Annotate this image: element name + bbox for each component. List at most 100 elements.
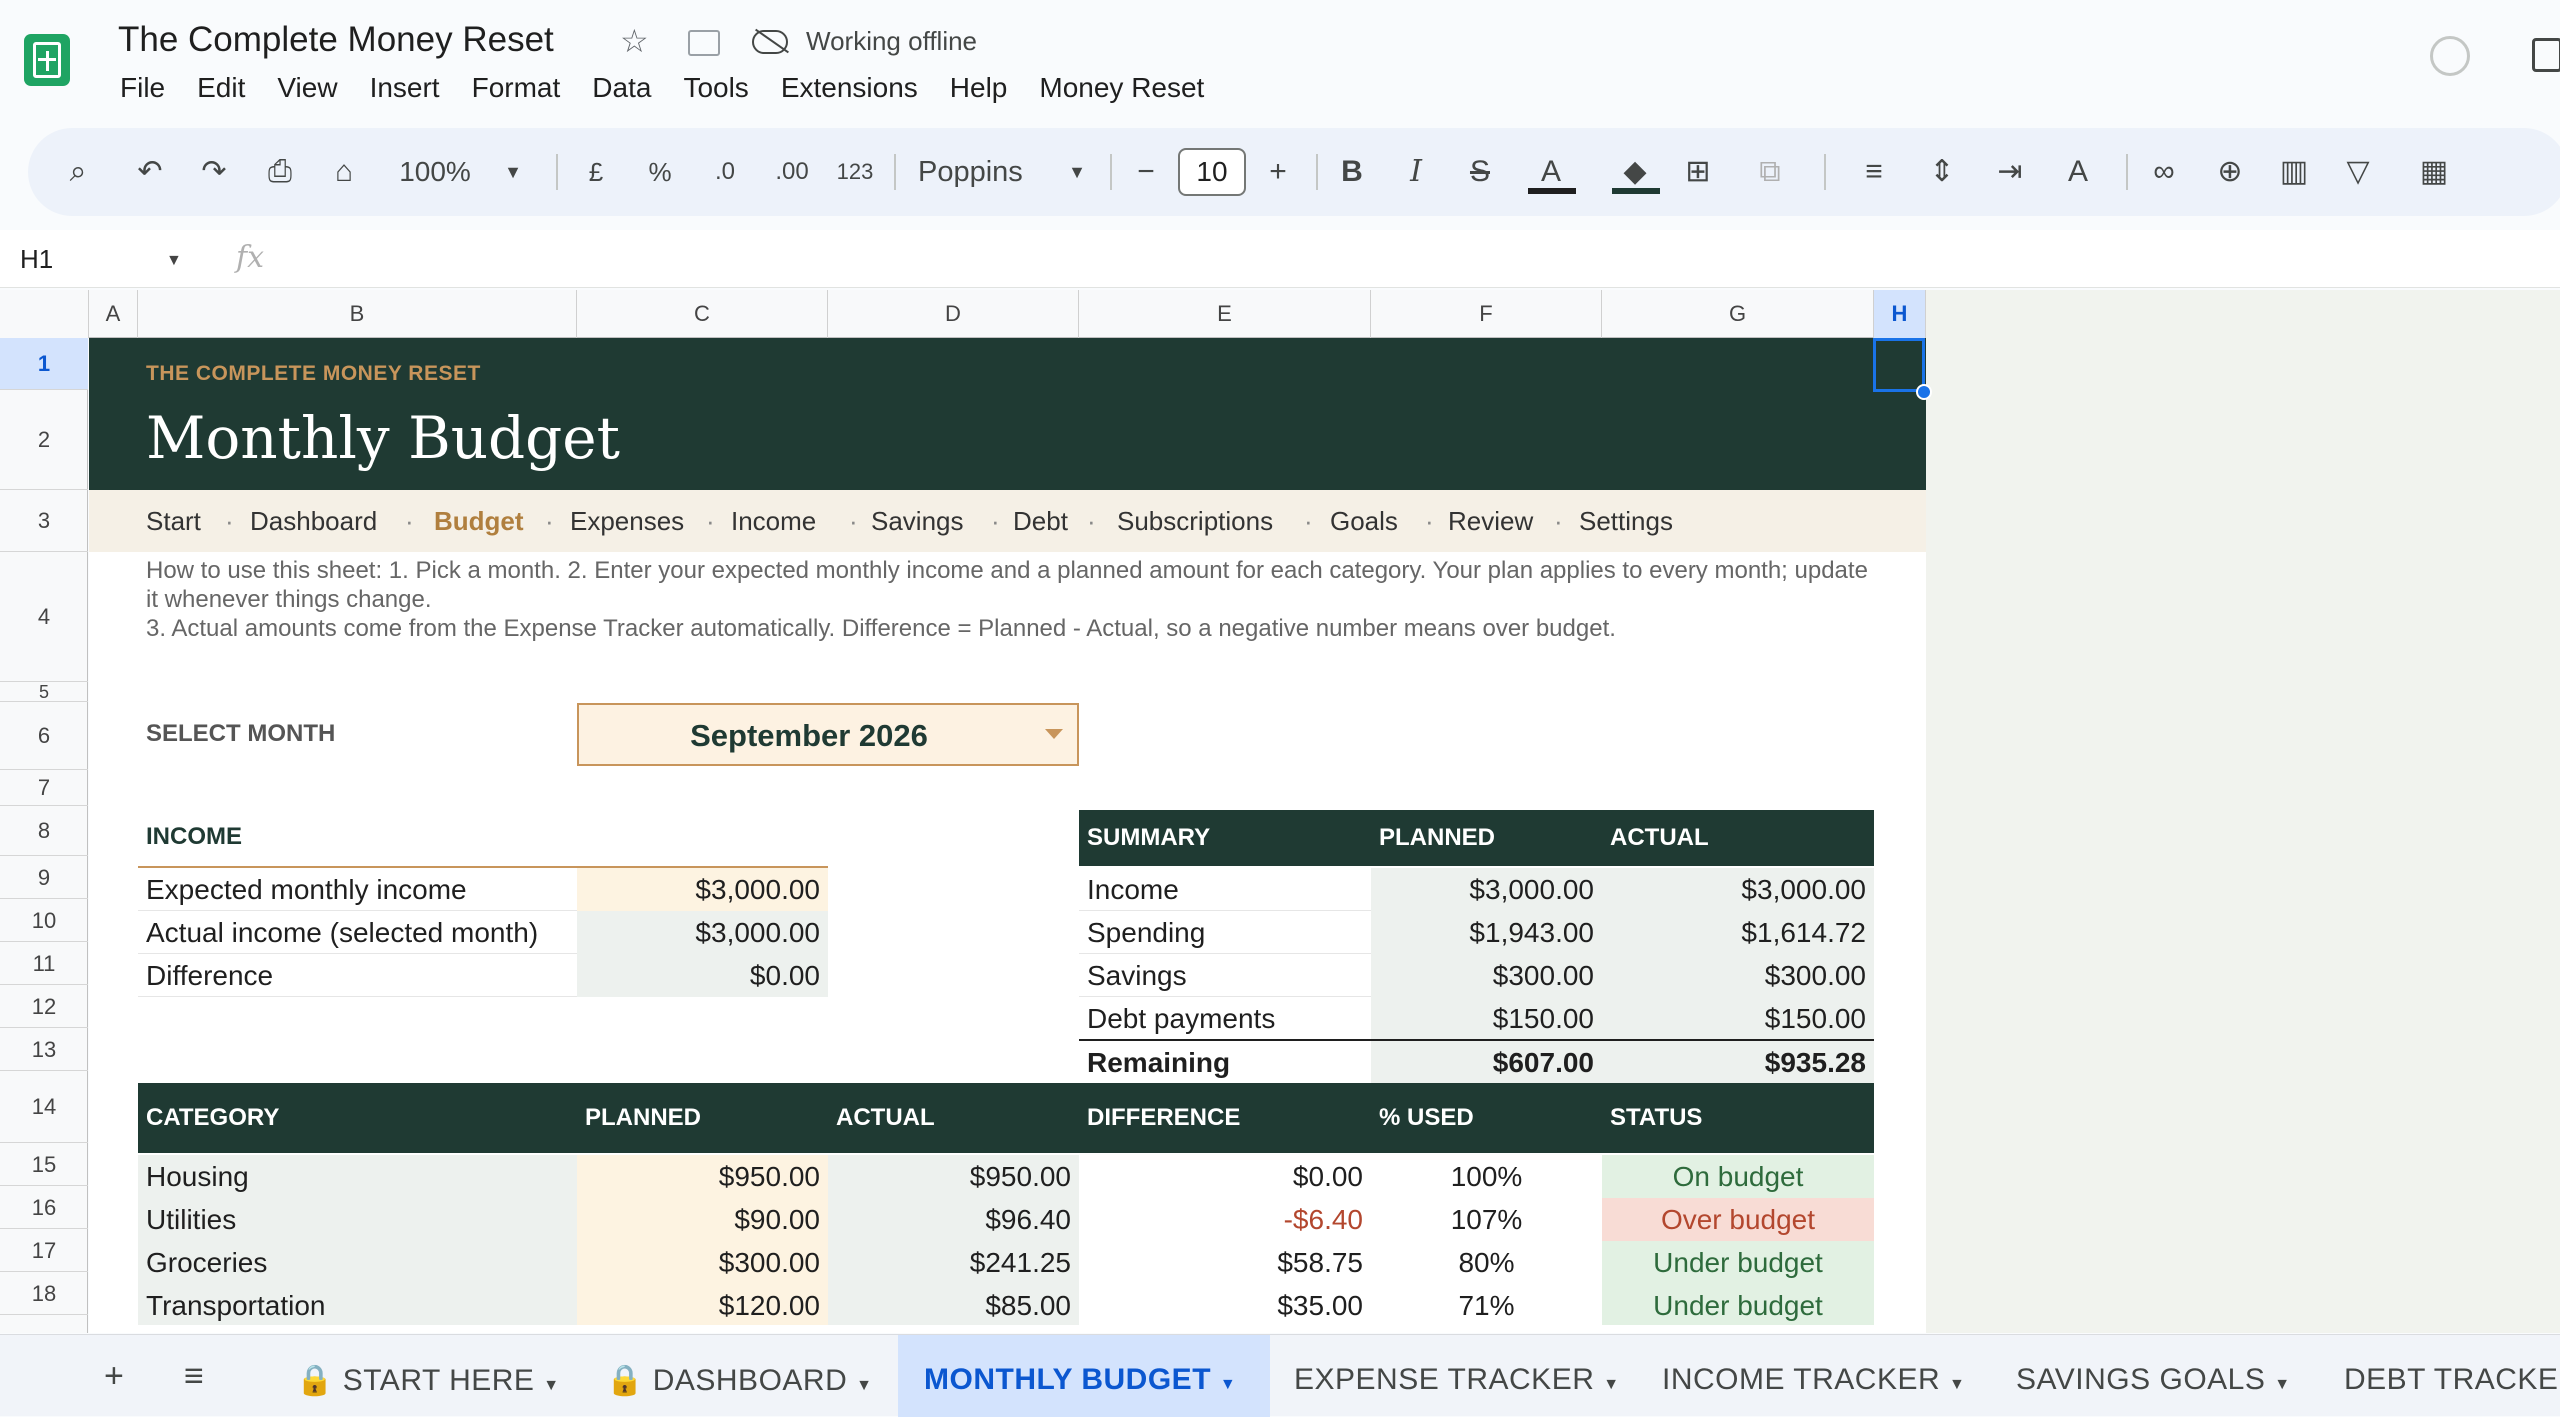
nav-link-start[interactable]: Start <box>146 506 201 537</box>
fill-handle[interactable] <box>1916 384 1932 400</box>
menu-insert[interactable]: Insert <box>370 72 440 104</box>
column-header-d[interactable]: D <box>828 290 1079 338</box>
row-header-1[interactable]: 1 <box>0 338 88 390</box>
print-icon[interactable]: ⎙ <box>260 128 300 216</box>
version-history-icon[interactable] <box>2430 36 2470 76</box>
decrease-decimal-button[interactable]: .0 <box>702 128 748 216</box>
add-sheet-button[interactable]: + <box>104 1357 124 1396</box>
planned-cell[interactable]: $300.00 <box>577 1241 828 1284</box>
bold-button[interactable]: B <box>1332 128 1372 216</box>
row-header-4[interactable]: 4 <box>0 552 88 682</box>
redo-icon[interactable]: ↷ <box>194 128 234 216</box>
menu-edit[interactable]: Edit <box>197 72 245 104</box>
column-header-h[interactable]: H <box>1874 290 1926 338</box>
month-dropdown[interactable]: September 2026 <box>577 703 1079 766</box>
font-dropdown-icon[interactable]: ▼ <box>1062 128 1092 216</box>
zoom-select[interactable]: 100% <box>390 128 480 216</box>
cloud-offline-icon[interactable] <box>752 30 788 54</box>
offline-status[interactable]: Working offline <box>806 26 977 57</box>
row-header-7[interactable]: 7 <box>0 770 88 806</box>
menu-format[interactable]: Format <box>472 72 561 104</box>
insert-link-icon[interactable]: ∞ <box>2144 128 2184 216</box>
percent-format-button[interactable]: % <box>640 128 680 216</box>
text-color-button[interactable]: A <box>1526 128 1576 216</box>
paint-format-icon[interactable]: ⌂ <box>324 128 364 216</box>
increase-decimal-button[interactable]: .00 <box>764 128 820 216</box>
table-view-icon[interactable]: ▦ <box>2404 128 2464 216</box>
dropdown-arrow-icon[interactable] <box>1045 729 1063 739</box>
sheet-tab-monthly-budget[interactable]: MONTHLY BUDGET ▼ <box>924 1363 1236 1397</box>
planned-cell[interactable]: $90.00 <box>577 1198 828 1241</box>
nav-link-goals[interactable]: Goals <box>1330 506 1398 537</box>
italic-button[interactable]: I <box>1396 128 1436 216</box>
income-expected-value[interactable]: $3,000.00 <box>577 868 828 911</box>
nav-link-expenses[interactable]: Expenses <box>570 506 684 537</box>
vertical-align-icon[interactable]: ⇕ <box>1912 128 1972 216</box>
sheet-tab-income-tracker[interactable]: INCOME TRACKER ▼ <box>1662 1363 1965 1397</box>
menu-file[interactable]: File <box>120 72 165 104</box>
nav-link-dashboard[interactable]: Dashboard <box>250 506 377 537</box>
menu-tools[interactable]: Tools <box>683 72 748 104</box>
row-header-9[interactable]: 9 <box>0 856 88 899</box>
row-header-12[interactable]: 12 <box>0 985 88 1028</box>
strikethrough-icon[interactable]: S <box>1460 128 1500 216</box>
undo-icon[interactable]: ↶ <box>130 128 170 216</box>
horizontal-scrollbar[interactable] <box>89 1325 1926 1333</box>
name-box-dropdown-icon[interactable]: ▼ <box>166 252 182 270</box>
row-header-11[interactable]: 11 <box>0 942 88 985</box>
filter-icon[interactable]: ▽ <box>2338 128 2378 216</box>
sheets-logo-icon[interactable] <box>24 34 70 86</box>
tab-dropdown-icon[interactable]: ▼ <box>1220 1376 1236 1393</box>
row-header-10[interactable]: 10 <box>0 899 88 942</box>
nav-link-savings[interactable]: Savings <box>871 506 964 537</box>
tab-dropdown-icon[interactable]: ▼ <box>543 1377 559 1394</box>
horizontal-align-icon[interactable]: ≡ <box>1844 128 1904 216</box>
text-wrapping-icon[interactable]: ⇥ <box>1980 128 2040 216</box>
row-header-8[interactable]: 8 <box>0 806 88 856</box>
tab-dropdown-icon[interactable]: ▼ <box>856 1377 872 1394</box>
document-title[interactable]: The Complete Money Reset <box>118 20 554 60</box>
move-folder-icon[interactable] <box>688 30 720 56</box>
font-size-input[interactable]: 10 <box>1178 148 1246 196</box>
selected-cell-h1[interactable] <box>1873 338 1925 392</box>
planned-cell[interactable]: $120.00 <box>577 1284 828 1327</box>
text-rotation-icon[interactable]: A <box>2048 128 2108 216</box>
star-icon[interactable]: ☆ <box>620 22 649 60</box>
menu-extensions[interactable]: Extensions <box>781 72 918 104</box>
search-menus-icon[interactable]: ⌕ <box>58 128 98 216</box>
zoom-dropdown-icon[interactable]: ▼ <box>498 128 528 216</box>
menu-view[interactable]: View <box>277 72 337 104</box>
row-header-6[interactable]: 6 <box>0 702 88 770</box>
merge-cells-icon[interactable]: ⧉ <box>1740 128 1800 216</box>
tab-dropdown-icon[interactable]: ▼ <box>2274 1376 2290 1393</box>
decrease-font-size-button[interactable]: − <box>1126 128 1166 216</box>
column-header-c[interactable]: C <box>577 290 828 338</box>
currency-format-button[interactable]: £ <box>576 128 616 216</box>
column-header-g[interactable]: G <box>1602 290 1874 338</box>
row-header-2[interactable]: 2 <box>0 390 88 490</box>
row-header-15[interactable]: 15 <box>0 1143 88 1186</box>
menu-money-reset[interactable]: Money Reset <box>1039 72 1204 104</box>
nav-link-debt[interactable]: Debt <box>1013 506 1068 537</box>
fill-color-icon[interactable]: ◆ <box>1610 128 1660 216</box>
row-header-5[interactable]: 5 <box>0 682 88 702</box>
comments-icon[interactable] <box>2532 38 2560 72</box>
menu-help[interactable]: Help <box>950 72 1008 104</box>
column-header-f[interactable]: F <box>1371 290 1602 338</box>
nav-link-review[interactable]: Review <box>1448 506 1533 537</box>
row-header-16[interactable]: 16 <box>0 1186 88 1229</box>
menu-data[interactable]: Data <box>592 72 651 104</box>
sheet-tab-savings-goals[interactable]: SAVINGS GOALS ▼ <box>2016 1363 2291 1397</box>
nav-link-budget[interactable]: Budget <box>434 506 524 537</box>
sheet-tab-expense-tracker[interactable]: EXPENSE TRACKER ▼ <box>1294 1363 1620 1397</box>
planned-cell[interactable]: $950.00 <box>577 1155 828 1198</box>
row-header-17[interactable]: 17 <box>0 1229 88 1272</box>
nav-link-settings[interactable]: Settings <box>1579 506 1673 537</box>
nav-link-subscriptions[interactable]: Subscriptions <box>1117 506 1273 537</box>
sheet-tab-debt-tracker[interactable]: DEBT TRACKER <box>2344 1363 2560 1397</box>
increase-font-size-button[interactable]: + <box>1258 128 1298 216</box>
sheet-tab-dashboard[interactable]: 🔒 DASHBOARD ▼ <box>606 1363 872 1398</box>
sheet-tab-start-here[interactable]: 🔒 START HERE ▼ <box>296 1363 560 1398</box>
row-header-3[interactable]: 3 <box>0 490 88 552</box>
all-sheets-button[interactable]: ≡ <box>184 1357 204 1396</box>
